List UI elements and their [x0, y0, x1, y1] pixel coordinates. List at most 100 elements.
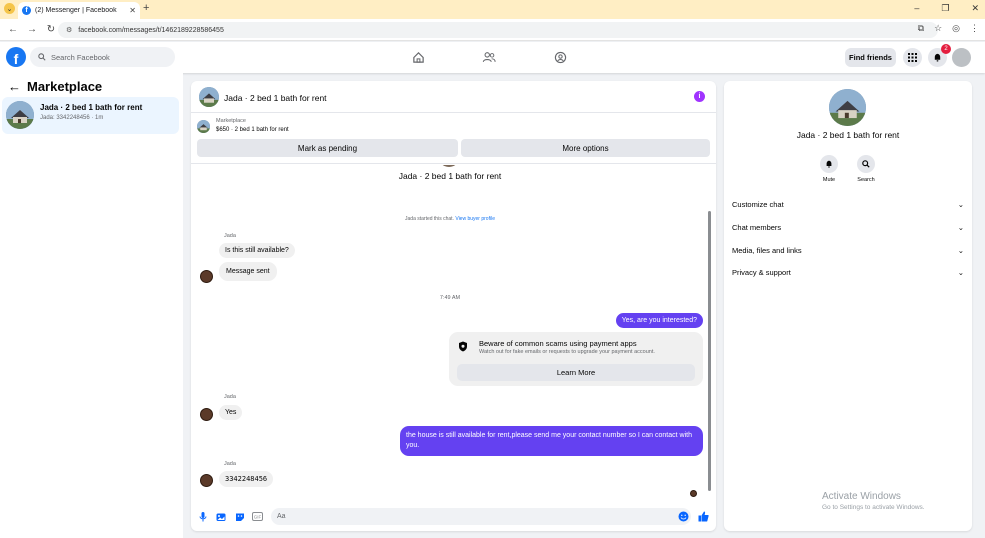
groups-nav-icon[interactable] — [552, 49, 568, 65]
listing-thumbnail[interactable] — [197, 120, 210, 133]
search-icon — [862, 160, 870, 168]
message-bubble[interactable]: Message sent — [219, 262, 277, 281]
restore-icon[interactable]: ❐ — [941, 3, 949, 14]
outgoing-message-bubble[interactable]: the house is still available for rent,pl… — [400, 426, 703, 456]
search-in-conversation-button[interactable] — [857, 155, 875, 173]
read-receipt-avatar — [690, 490, 697, 497]
search-icon — [38, 53, 46, 61]
address-bar[interactable]: ⚙ facebook.com/messages/t/14621892285864… — [58, 22, 938, 38]
chevron-down-icon: ⌄ — [957, 245, 964, 255]
tab-title: (2) Messenger | Facebook — [35, 7, 117, 14]
marketplace-header: ← Marketplace — [8, 79, 102, 94]
message-input[interactable]: Aa — [271, 508, 691, 525]
browser-tab[interactable]: f (2) Messenger | Facebook ✕ — [18, 2, 140, 19]
sticker-icon[interactable] — [234, 511, 245, 522]
details-avatar[interactable] — [829, 89, 866, 126]
install-app-icon[interactable]: ⧉ — [918, 23, 924, 34]
bell-icon — [934, 53, 941, 62]
thread-title: Jada · 2 bed 1 bath for rent — [398, 171, 502, 181]
facebook-logo-icon[interactable]: f — [6, 47, 26, 67]
listing-price[interactable]: $650 · 2 bed 1 bath for rent — [216, 127, 289, 133]
back-arrow-icon[interactable]: ← — [8, 79, 21, 94]
listing-house-thumbnail — [6, 101, 34, 129]
conversation-details-panel: Jada · 2 bed 1 bath for rent Mute Search… — [724, 81, 972, 531]
svg-text:GIF: GIF — [254, 515, 262, 520]
url-text: facebook.com/messages/t/1462189228586455 — [78, 26, 224, 34]
close-window-icon[interactable]: ✕ — [971, 3, 979, 14]
mute-button[interactable] — [820, 155, 838, 173]
search-label: Search — [857, 177, 875, 183]
listing-bar: Marketplace $650 · 2 bed 1 bath for rent… — [191, 114, 716, 164]
back-icon[interactable]: ← — [7, 24, 19, 35]
profile-icon[interactable]: ◎ — [952, 23, 960, 34]
menu-grid-button[interactable] — [903, 48, 922, 67]
message-bubble[interactable]: Yes — [219, 405, 243, 420]
timestamp: 7:49 AM — [439, 295, 461, 301]
row-label: Media, files and links — [732, 245, 802, 255]
forward-icon[interactable]: → — [26, 24, 38, 35]
friends-nav-icon[interactable] — [481, 49, 497, 65]
message-bubble[interactable]: 3342248456 — [219, 471, 274, 487]
thread-top-avatar — [438, 165, 460, 167]
row-label: Chat members — [732, 222, 782, 232]
tab-search-icon[interactable]: ⌄ — [4, 3, 15, 14]
warning-title: Beware of common scams using payment app… — [479, 339, 637, 348]
system-message: Jada started this chat. View buyer profi… — [191, 216, 709, 222]
sender-avatar[interactable] — [200, 474, 213, 487]
sender-avatar[interactable] — [200, 408, 213, 421]
bookmark-star-icon[interactable]: ☆ — [934, 23, 942, 34]
chat-avatar[interactable] — [199, 87, 219, 107]
warning-subtitle: Watch out for fake emails or requests to… — [479, 349, 655, 355]
info-icon[interactable]: i — [694, 91, 705, 102]
privacy-support-row[interactable]: Privacy & support ⌄ — [732, 265, 964, 279]
new-tab-icon[interactable]: + — [143, 2, 149, 14]
outgoing-message-bubble[interactable]: Yes, are you interested? — [615, 313, 703, 328]
like-thumb-icon[interactable] — [698, 511, 709, 522]
thread-scrollbar[interactable] — [707, 165, 713, 495]
shield-icon — [457, 340, 469, 352]
chat-members-row[interactable]: Chat members ⌄ — [732, 220, 964, 234]
browser-tab-strip: ⌄ f (2) Messenger | Facebook ✕ + – ❐ ✕ — [0, 0, 985, 19]
message-bubble[interactable]: Is this still available? — [219, 243, 295, 258]
browser-menu-icon[interactable]: ⋮ — [970, 23, 979, 34]
view-buyer-profile-link[interactable]: View buyer profile — [455, 216, 495, 222]
window-controls: – ❐ ✕ — [914, 3, 979, 14]
facebook-search-input[interactable]: Search Facebook — [30, 47, 175, 67]
minimize-icon[interactable]: – — [914, 3, 919, 14]
sender-avatar[interactable] — [200, 270, 213, 283]
scrollbar-thumb[interactable] — [708, 211, 711, 491]
account-avatar[interactable] — [952, 48, 971, 67]
conversation-item[interactable]: Jada · 2 bed 1 bath for rent Jada: 33422… — [2, 97, 179, 134]
home-nav-icon[interactable] — [410, 49, 426, 65]
scam-warning-card: Beware of common scams using payment app… — [449, 332, 703, 386]
media-files-links-row[interactable]: Media, files and links ⌄ — [732, 243, 964, 257]
screen: ⌄ f (2) Messenger | Facebook ✕ + – ❐ ✕ ←… — [0, 0, 985, 538]
chat-header: Jada · 2 bed 1 bath for rent i — [191, 81, 716, 113]
activate-windows-subtext: Go to Settings to activate Windows. — [822, 504, 925, 511]
close-tab-icon[interactable]: ✕ — [129, 6, 136, 15]
toolbar-actions: ⧉ ☆ ◎ ⋮ — [918, 23, 979, 34]
details-name: Jada · 2 bed 1 bath for rent — [796, 130, 900, 140]
grid-icon — [908, 53, 917, 62]
microphone-icon[interactable] — [197, 511, 208, 522]
message-thread: Jada · 2 bed 1 bath for rent Jada starte… — [191, 165, 716, 499]
activate-windows-watermark: Activate Windows — [822, 491, 901, 502]
customize-chat-row[interactable]: Customize chat ⌄ — [732, 197, 964, 211]
emoji-icon[interactable] — [678, 511, 689, 522]
conversation-preview: Jada: 3342248456 · 1m — [40, 115, 104, 121]
find-friends-button[interactable]: Find friends — [845, 48, 896, 67]
marketplace-label: Marketplace — [216, 118, 246, 124]
chat-title[interactable]: Jada · 2 bed 1 bath for rent — [224, 93, 327, 103]
sender-name: Jada — [224, 233, 236, 239]
mark-as-pending-button[interactable]: Mark as pending — [197, 139, 458, 157]
learn-more-button[interactable]: Learn More — [457, 364, 695, 381]
conversation-name: Jada · 2 bed 1 bath for rent — [40, 103, 143, 112]
chat-window: Jada · 2 bed 1 bath for rent i Marketpla… — [191, 81, 716, 531]
more-options-button[interactable]: More options — [461, 139, 710, 157]
chevron-down-icon: ⌄ — [957, 199, 964, 209]
site-info-icon[interactable]: ⚙ — [66, 26, 72, 34]
row-label: Customize chat — [732, 199, 784, 209]
reload-icon[interactable]: ↻ — [45, 24, 57, 35]
gif-icon[interactable]: GIF — [252, 511, 263, 522]
image-attach-icon[interactable] — [215, 511, 226, 522]
